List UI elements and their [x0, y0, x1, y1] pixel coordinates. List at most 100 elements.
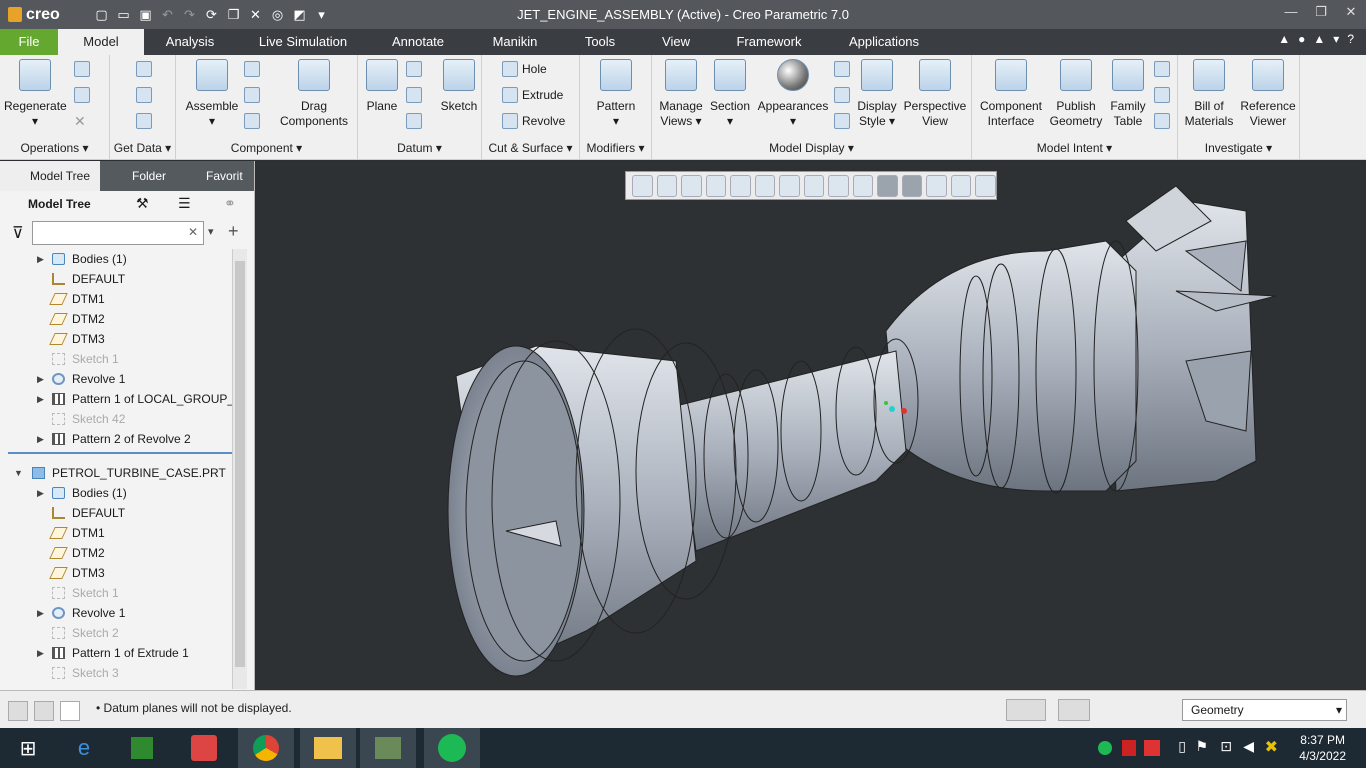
extrude-button[interactable]: Extrude — [502, 87, 563, 103]
datum-display-filters-icon[interactable] — [852, 174, 874, 197]
taskbar-chrome[interactable] — [238, 728, 294, 768]
tree-settings-icon[interactable]: ⚒ — [136, 195, 149, 212]
full-screen-icon[interactable] — [60, 701, 80, 721]
tree-item[interactable]: ▶ Pattern 1 of LOCAL_GROUP_1 — [0, 389, 232, 409]
tree-columns-icon[interactable]: ☰ — [178, 195, 191, 212]
navigator-toggle-icon[interactable] — [8, 701, 28, 721]
browser-toggle-icon[interactable] — [34, 701, 54, 721]
minimize-icon[interactable]: — — [1282, 4, 1300, 20]
tab-view[interactable]: View — [654, 29, 698, 55]
tree-item[interactable]: DTM1 — [0, 523, 232, 543]
zoom-in-icon[interactable] — [656, 174, 678, 197]
tab-model-tree[interactable]: Model Tree — [0, 161, 100, 191]
expand-arrow-icon[interactable]: ▶ — [37, 603, 44, 623]
search-dropdown-icon[interactable]: ▾ — [208, 225, 214, 238]
start-button[interactable]: ⊞ — [0, 728, 56, 768]
group-label-model-intent[interactable]: Model Intent ▾ — [972, 141, 1177, 155]
perspective-view-icon[interactable] — [803, 174, 825, 197]
component-interface-button[interactable]: Component Interface — [976, 59, 1046, 129]
section-button[interactable]: Section ▾ — [708, 59, 752, 129]
taskbar-music[interactable] — [176, 728, 232, 768]
learning-icon[interactable]: ▲ — [1313, 32, 1325, 46]
revolve-button[interactable]: Revolve — [502, 113, 565, 129]
reference-viewer-button[interactable]: Reference Viewer — [1238, 59, 1298, 129]
add-icon[interactable]: + — [228, 221, 239, 242]
switch-dimensions-icon[interactable] — [1154, 87, 1170, 103]
assemble-button[interactable]: Assemble ▾ — [182, 59, 242, 129]
tree-item[interactable]: DTM3 — [0, 563, 232, 583]
axis-icon[interactable] — [406, 61, 422, 77]
tab-live-simulation[interactable]: Live Simulation — [250, 29, 356, 55]
shrinkwrap-icon[interactable] — [136, 113, 152, 129]
tree-item[interactable]: DTM1 — [0, 289, 232, 309]
hole-button[interactable]: Hole — [502, 61, 547, 77]
scrollbar-thumb[interactable] — [235, 261, 245, 667]
tab-applications[interactable]: Applications — [840, 29, 928, 55]
tree-item[interactable]: ▶ Pattern 1 of Extrude 1 — [0, 643, 232, 663]
filter-icon[interactable]: ⊽ — [12, 223, 24, 243]
tree-item[interactable]: Sketch 2 — [0, 623, 232, 643]
volume-icon[interactable]: ◀ — [1243, 738, 1254, 755]
publish-geometry-button[interactable]: Publish Geometry — [1048, 59, 1104, 129]
help-icon[interactable]: ? — [1347, 32, 1354, 46]
expand-arrow-icon[interactable]: ▶ — [37, 389, 44, 409]
sketch-button[interactable]: Sketch — [438, 59, 480, 114]
taskbar-edge[interactable]: e — [56, 728, 112, 768]
saved-orientations-icon[interactable] — [754, 174, 776, 197]
view-normal-icon[interactable] — [926, 174, 947, 197]
paste-icon[interactable] — [74, 87, 90, 103]
group-label-datum[interactable]: Datum ▾ — [358, 141, 481, 155]
restore-icon[interactable]: ❐ — [1312, 4, 1330, 20]
taskbar-store[interactable] — [114, 728, 170, 768]
group-label-get-data[interactable]: Get Data ▾ — [110, 141, 175, 155]
annotation-display-icon[interactable] — [877, 174, 898, 197]
expand-arrow-icon[interactable]: ▶ — [37, 483, 44, 503]
flag-icon[interactable]: ⚑ — [1195, 738, 1208, 755]
tab-framework[interactable]: Framework — [726, 29, 812, 55]
section-view-icon[interactable] — [828, 174, 849, 197]
tab-model[interactable]: Model — [58, 29, 144, 55]
appearances-button[interactable]: Appearances ▾ — [756, 59, 830, 129]
tree-item[interactable]: Sketch 42 — [0, 409, 232, 429]
drag-components-button[interactable]: Drag Components — [274, 59, 354, 129]
solidworks-tray-icon[interactable] — [1122, 740, 1136, 756]
repaint-icon[interactable] — [705, 174, 727, 197]
collapse-ribbon-icon[interactable]: ▲ — [1278, 32, 1290, 46]
regenerate-button[interactable]: Regenerate ▾ — [4, 59, 67, 129]
find-icon[interactable] — [1006, 699, 1046, 721]
tree-item-part[interactable]: ▼ PETROL_TURBINE_CASE.PRT — [0, 463, 232, 483]
tree-item[interactable]: DEFAULT — [0, 503, 232, 523]
system-clock[interactable]: 8:37 PM 4/3/2022 — [1299, 732, 1346, 764]
network-icon[interactable]: ⊡ — [1220, 738, 1232, 755]
media-tray-icon[interactable] — [1144, 740, 1160, 756]
taskbar-explorer[interactable] — [300, 728, 356, 768]
selection-buffer-icon[interactable] — [1058, 699, 1090, 721]
selection-filter-dropdown[interactable]: Geometry ▾ — [1182, 699, 1347, 721]
expand-arrow-icon[interactable]: ▶ — [37, 643, 44, 663]
tree-filter-icon[interactable]: ⚭ — [224, 195, 236, 212]
cursor-icon[interactable] — [975, 174, 996, 197]
tree-item[interactable]: ▶ Revolve 1 — [0, 369, 232, 389]
delete-icon[interactable]: ✕ — [74, 113, 86, 130]
tab-favorites[interactable]: Favorit — [178, 161, 254, 191]
tree-item[interactable]: DEFAULT — [0, 269, 232, 289]
clear-search-icon[interactable]: ✕ — [188, 225, 198, 239]
display-style-button[interactable]: Display Style ▾ — [854, 59, 900, 129]
refit-icon[interactable] — [632, 174, 653, 197]
tree-item[interactable]: ▶ Revolve 1 — [0, 603, 232, 623]
tree-search-input[interactable] — [32, 221, 204, 245]
tree-item[interactable]: ▶ Pattern 2 of Revolve 2 — [0, 429, 232, 449]
insert-here-marker[interactable] — [8, 452, 232, 454]
expand-arrow-icon[interactable]: ▼ — [14, 463, 23, 483]
perspective-view-button[interactable]: Perspective View — [902, 59, 968, 129]
spin-center-icon[interactable] — [834, 113, 850, 129]
tab-tools[interactable]: Tools — [576, 29, 624, 55]
copy-geometry-icon[interactable] — [136, 87, 152, 103]
tab-file[interactable]: File — [0, 29, 58, 55]
tab-analysis[interactable]: Analysis — [154, 29, 226, 55]
tree-item[interactable]: ▶ Bodies (1) — [0, 483, 232, 503]
display-style-icon[interactable] — [730, 174, 751, 197]
group-label-modifiers[interactable]: Modifiers ▾ — [580, 141, 651, 155]
ribbon-menu-icon[interactable]: ▾ — [1333, 32, 1339, 46]
plane-button[interactable]: Plane — [362, 59, 402, 114]
